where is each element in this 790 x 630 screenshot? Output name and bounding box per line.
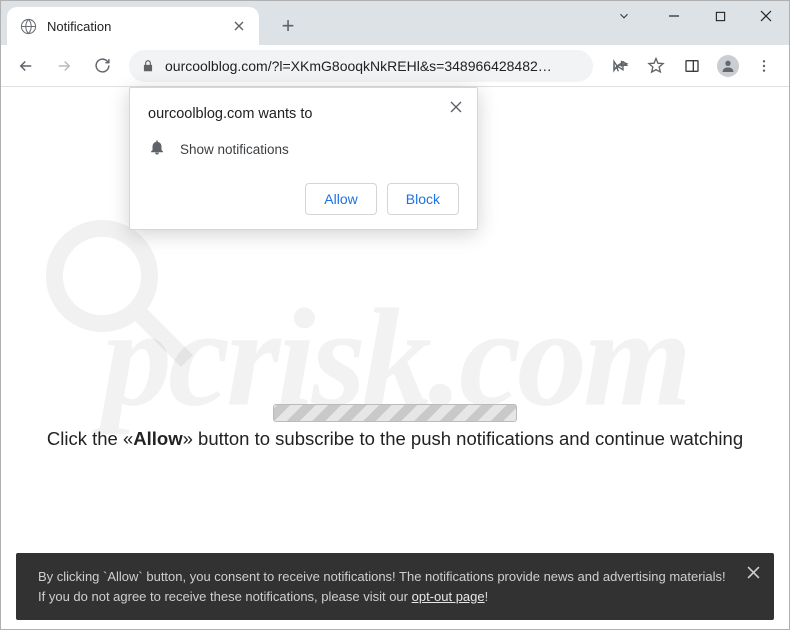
lock-icon bbox=[141, 59, 155, 73]
share-icon[interactable] bbox=[603, 49, 637, 83]
menu-icon[interactable] bbox=[747, 49, 781, 83]
maximize-button[interactable] bbox=[697, 1, 743, 31]
close-tab-icon[interactable] bbox=[231, 18, 247, 34]
minimize-button[interactable] bbox=[651, 1, 697, 31]
back-button[interactable] bbox=[9, 49, 43, 83]
profile-avatar[interactable] bbox=[711, 49, 745, 83]
window-controls bbox=[605, 1, 789, 35]
forward-button[interactable] bbox=[47, 49, 81, 83]
instruction-text: Click the «Allow» button to subscribe to… bbox=[1, 428, 789, 450]
watermark-icon bbox=[34, 208, 204, 378]
address-bar[interactable]: ourcoolblog.com/?l=XKmG8ooqkNkREHl&s=348… bbox=[129, 50, 593, 82]
caret-down-icon[interactable] bbox=[605, 1, 643, 31]
instruction-em-open: « bbox=[123, 428, 133, 449]
reload-button[interactable] bbox=[85, 49, 119, 83]
side-panel-icon[interactable] bbox=[675, 49, 709, 83]
close-banner-icon[interactable] bbox=[747, 565, 760, 585]
tab-strip: Notification + bbox=[1, 1, 789, 45]
opt-out-link[interactable]: opt-out page bbox=[412, 589, 485, 604]
instruction-em-close: » bbox=[183, 428, 193, 449]
loading-bar bbox=[273, 404, 517, 422]
page-content: pcrisk.com ourcoolblog.com wants to Show… bbox=[1, 87, 789, 629]
consent-banner: By clicking `Allow` button, you consent … bbox=[16, 553, 774, 620]
globe-icon bbox=[19, 17, 37, 35]
close-window-button[interactable] bbox=[743, 1, 789, 31]
instruction-prefix: Click the bbox=[47, 428, 123, 449]
bell-icon bbox=[148, 138, 166, 161]
permission-text: Show notifications bbox=[180, 142, 289, 157]
banner-text: By clicking `Allow` button, you consent … bbox=[38, 569, 726, 604]
url-text: ourcoolblog.com/?l=XKmG8ooqkNkREHl&s=348… bbox=[165, 58, 552, 74]
instruction-em: Allow bbox=[133, 428, 182, 449]
tab-title: Notification bbox=[47, 19, 231, 34]
banner-text-2: ! bbox=[485, 589, 489, 604]
permission-prompt: ourcoolblog.com wants to Show notificati… bbox=[129, 87, 478, 230]
bookmark-icon[interactable] bbox=[639, 49, 673, 83]
close-icon[interactable] bbox=[447, 98, 465, 116]
toolbar: ourcoolblog.com/?l=XKmG8ooqkNkREHl&s=348… bbox=[1, 45, 789, 87]
permission-title: ourcoolblog.com wants to bbox=[148, 106, 459, 122]
browser-tab[interactable]: Notification bbox=[7, 7, 259, 45]
browser-window: Notification + bbox=[0, 0, 790, 630]
allow-button[interactable]: Allow bbox=[305, 183, 376, 215]
instruction-suffix: button to subscribe to the push notifica… bbox=[193, 428, 743, 449]
new-tab-button[interactable]: + bbox=[273, 11, 303, 41]
block-button[interactable]: Block bbox=[387, 183, 459, 215]
